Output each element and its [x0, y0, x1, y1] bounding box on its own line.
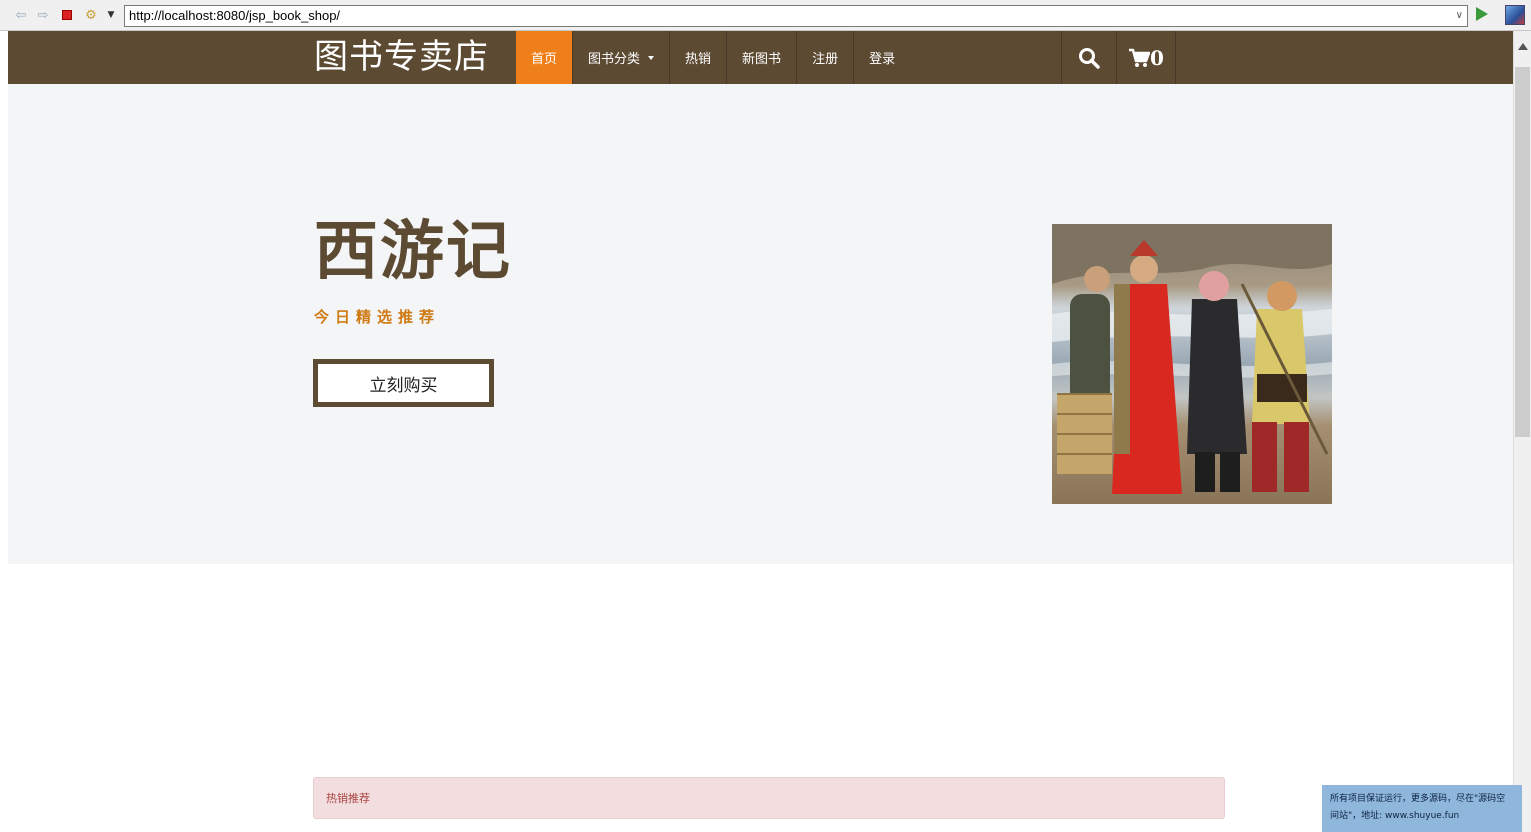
refresh-icon[interactable]: ⚙ [82, 6, 100, 24]
search-button[interactable] [1061, 31, 1116, 84]
nav-item-login[interactable]: 登录 [854, 31, 910, 84]
nav-item-label: 注册 [812, 52, 839, 67]
hot-recommend-label: 热销推荐 [326, 792, 370, 805]
browser-toolbar: ⇦ ⇨ ⚙ ▼ http://localhost:8080/jsp_book_s… [0, 0, 1531, 31]
nav-tools: 0 [1061, 31, 1176, 84]
navbar: 图书专卖店 首页 图书分类 热销 新图书 注册 登录 0 [8, 31, 1513, 84]
page: 图书专卖店 首页 图书分类 热销 新图书 注册 登录 0 西游记 今日精选推荐 … [8, 31, 1513, 832]
nav-item-label: 热销 [685, 52, 712, 67]
browser-logo-icon[interactable] [1505, 5, 1525, 25]
cart-icon [1129, 48, 1151, 67]
nav-item-label: 登录 [869, 52, 896, 67]
address-dropdown-icon[interactable]: ∨ [1456, 8, 1463, 24]
hot-recommend-header: 热销推荐 [313, 777, 1225, 819]
search-icon [1079, 47, 1100, 69]
brand-logo[interactable]: 图书专卖店 [314, 37, 489, 77]
book-cover-image[interactable] [1052, 224, 1332, 504]
nav-item-hot[interactable]: 热销 [670, 31, 728, 84]
hero-subtitle: 今日精选推荐 [314, 308, 441, 326]
chevron-down-icon[interactable]: ▼ [102, 6, 120, 24]
nav-item-label: 新图书 [742, 52, 782, 67]
watermark-notice: 所有项目保证运行，更多源码，尽在"源码空间站"，地址: www.shuyue.f… [1322, 785, 1522, 832]
nav-item-categories[interactable]: 图书分类 [573, 31, 671, 84]
caret-down-icon [648, 55, 655, 60]
nav-menu: 首页 图书分类 热销 新图书 注册 登录 [516, 31, 910, 84]
book-cover-illustration [1052, 224, 1332, 504]
go-icon[interactable] [1476, 7, 1488, 21]
cart-button[interactable]: 0 [1116, 31, 1176, 84]
nav-item-register[interactable]: 注册 [797, 31, 855, 84]
stop-icon[interactable] [58, 6, 76, 24]
hero-banner: 西游记 今日精选推荐 立刻购买 [8, 84, 1513, 564]
nav-item-home[interactable]: 首页 [516, 31, 574, 84]
nav-item-new-books[interactable]: 新图书 [727, 31, 798, 84]
nav-item-label: 图书分类 [588, 52, 641, 67]
scroll-up-icon[interactable] [1518, 43, 1528, 50]
forward-icon[interactable]: ⇨ [34, 6, 52, 24]
address-bar[interactable]: http://localhost:8080/jsp_book_shop/ ∨ [124, 5, 1468, 27]
address-url: http://localhost:8080/jsp_book_shop/ [129, 8, 341, 23]
cart-count: 0 [1150, 45, 1164, 70]
nav-item-label: 首页 [531, 52, 558, 67]
scroll-thumb[interactable] [1515, 67, 1530, 437]
back-icon[interactable]: ⇦ [12, 6, 30, 24]
scrollbar[interactable] [1513, 31, 1531, 832]
hero-title: 西游记 [314, 214, 512, 289]
buy-now-button[interactable]: 立刻购买 [313, 359, 494, 407]
